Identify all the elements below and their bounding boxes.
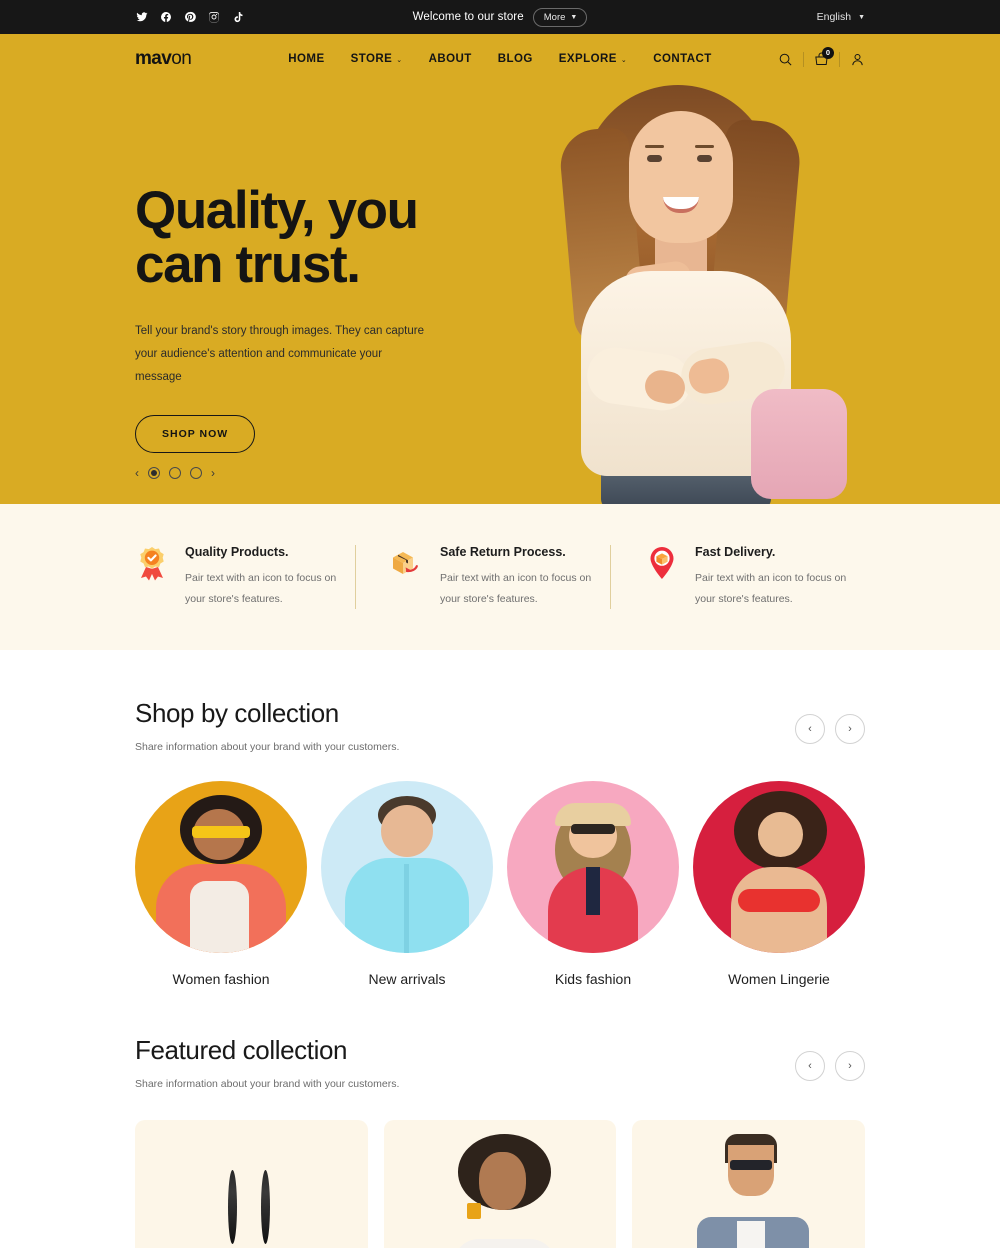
featured-product-list [135,1120,866,1248]
account-icon[interactable] [850,52,865,67]
header-actions: 0 [778,46,865,67]
nav-item-about[interactable]: ABOUT [429,53,472,65]
nav-label: HOME [288,53,325,65]
collection-image [321,781,493,953]
announcement-bar: Welcome to our store More ▼ English ▼ [0,0,1000,34]
language-label: English [816,11,852,23]
return-box-icon [390,545,424,583]
featured-prev-button[interactable]: ‹ [795,1051,825,1081]
nav-label: ABOUT [428,53,472,65]
nav-item-explore[interactable]: EXPLORE ⌄ [559,53,627,65]
collection-carousel-controls: ‹ › [795,714,865,744]
divider [803,51,804,67]
page-title: Featured collection [135,1035,348,1065]
hero-subtitle: Tell your brand's story through images. … [135,325,424,384]
feature-quality-products: Quality Products. Pair text with an icon… [135,545,355,609]
chevron-down-icon: ⌄ [396,57,403,64]
carousel-dot-2[interactable] [169,467,181,479]
carousel-dot-3[interactable] [190,467,202,479]
page-title: Shop by collection [135,698,339,728]
collection-image [135,781,307,953]
featured-next-button[interactable]: › [835,1051,865,1081]
collection-card-women-fashion[interactable]: Women fashion [135,781,307,987]
twitter-icon[interactable] [135,11,148,24]
nav-label: EXPLORE [558,53,617,65]
hero-title: Quality, you can trust. [135,181,535,295]
hero-content: Quality, you can trust. Tell your brand'… [135,181,535,454]
feature-title: Quality Products. [185,545,289,560]
more-button[interactable]: More ▼ [532,7,588,27]
nav-label: CONTACT [653,53,712,65]
collection-list: Women fashion New arrivals Kids fashion [135,781,865,987]
product-card-earrings[interactable] [135,1120,368,1248]
featured-carousel-controls: ‹ › [795,1051,865,1081]
feature-title: Fast Delivery. [695,545,776,560]
feature-fast-delivery: Fast Delivery. Pair text with an icon to… [610,545,865,609]
collection-image [693,781,865,953]
chevron-down-icon: ▼ [858,13,865,21]
section-subtitle: Share information about your brand with … [135,1078,400,1090]
facebook-icon[interactable] [159,11,172,24]
nav-item-home[interactable]: HOME [288,53,324,65]
collection-card-new-arrivals[interactable]: New arrivals [321,781,493,987]
instagram-icon[interactable] [207,11,220,24]
product-card-man-blazer[interactable] [632,1120,866,1248]
delivery-pin-icon [645,545,679,583]
cart-icon[interactable]: 0 [814,46,834,67]
feature-text: Pair text with an icon to focus on your … [695,572,847,605]
hero-carousel-controls: ‹ › [135,466,215,480]
shop-now-button[interactable]: SHOP NOW [135,415,256,454]
welcome-text: Welcome to our store [412,11,524,23]
chevron-down-icon: ⌄ [620,57,628,64]
features-strip: Quality Products. Pair text with an icon… [0,504,1000,650]
carousel-prev-button[interactable]: ‹ [135,466,139,480]
collection-label: Women Lingerie [728,971,830,987]
collection-next-button[interactable]: › [835,714,865,744]
carousel-dot-1[interactable] [148,467,160,479]
more-label: More [543,11,566,23]
feature-title: Safe Return Process. [440,545,566,560]
nav-item-blog[interactable]: BLOG [498,53,533,65]
quality-badge-icon [135,545,169,583]
collection-label: New arrivals [368,971,446,987]
feature-safe-return: Safe Return Process. Pair text with an i… [355,545,610,609]
nav-label: STORE [350,53,393,65]
hero-banner: mavon HOME STORE ⌄ ABOUT BLOG EXPLORE ⌄ … [0,34,1000,504]
collection-card-women-lingerie[interactable]: Women Lingerie [693,781,865,987]
section-header: Shop by collection Share information abo… [135,698,865,753]
collection-label: Women fashion [172,971,270,987]
main-navigation: mavon HOME STORE ⌄ ABOUT BLOG EXPLORE ⌄ … [0,34,1000,84]
carousel-next-button[interactable]: › [211,466,215,480]
collection-prev-button[interactable]: ‹ [795,714,825,744]
featured-collection-section: Featured collection Share information ab… [0,987,1000,1248]
tiktok-icon[interactable] [231,11,244,24]
nav-label: BLOG [497,53,533,65]
feature-text: Pair text with an icon to focus on your … [185,572,337,605]
social-links [135,11,244,24]
search-icon[interactable] [778,52,793,67]
divider [839,51,840,67]
hero-model-image [505,59,905,504]
product-card-woman-tshirt[interactable] [383,1120,617,1248]
nav-item-contact[interactable]: CONTACT [653,53,712,65]
collection-card-kids-fashion[interactable]: Kids fashion [507,781,679,987]
shop-by-collection-section: Shop by collection Share information abo… [0,650,1000,987]
chevron-down-icon: ▼ [570,13,578,21]
nav-item-store[interactable]: STORE ⌄ [351,53,403,65]
collection-image [507,781,679,953]
pinterest-icon[interactable] [183,11,196,24]
collection-label: Kids fashion [554,971,632,987]
hero-title-line-2: can trust. [135,235,361,295]
section-header: Featured collection Share information ab… [135,1035,865,1090]
feature-text: Pair text with an icon to focus on your … [440,572,592,605]
cart-count-badge: 0 [822,46,834,59]
language-selector[interactable]: English ▼ [817,11,865,23]
section-subtitle: Share information about your brand with … [135,741,400,753]
hero-title-line-1: Quality, you [135,181,419,240]
